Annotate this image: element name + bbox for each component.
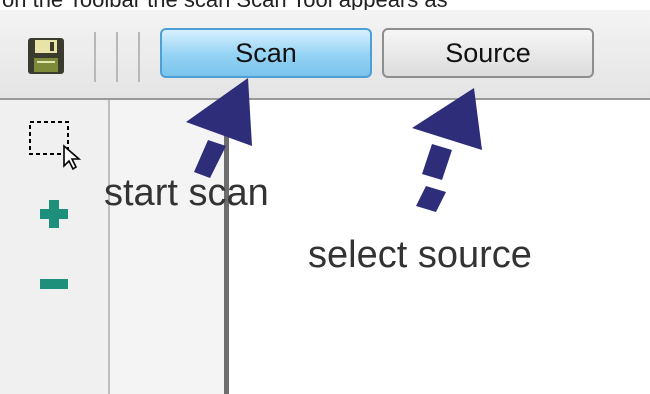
left-tool-panel bbox=[0, 100, 110, 394]
scan-button[interactable]: Scan bbox=[160, 28, 372, 78]
zoom-in-icon[interactable] bbox=[38, 198, 70, 230]
thumbnail-panel bbox=[110, 100, 224, 394]
zoom-out-icon[interactable] bbox=[38, 278, 70, 290]
toolbar-separator bbox=[94, 32, 96, 82]
start-scan-annotation: start scan bbox=[104, 172, 269, 214]
toolbar-separator bbox=[138, 32, 140, 82]
toolbar-separator bbox=[116, 32, 118, 82]
source-button[interactable]: Source bbox=[382, 28, 594, 78]
cropped-header-label: on the Toolbar the scan Scan Tool appear… bbox=[2, 0, 448, 10]
select-source-annotation: select source bbox=[308, 234, 532, 276]
cropped-header-text: on the Toolbar the scan Scan Tool appear… bbox=[0, 0, 650, 10]
floppy-disk-save-icon[interactable] bbox=[26, 36, 66, 76]
toolbar: Scan Source bbox=[0, 10, 650, 100]
rectangle-select-icon[interactable] bbox=[28, 120, 84, 170]
